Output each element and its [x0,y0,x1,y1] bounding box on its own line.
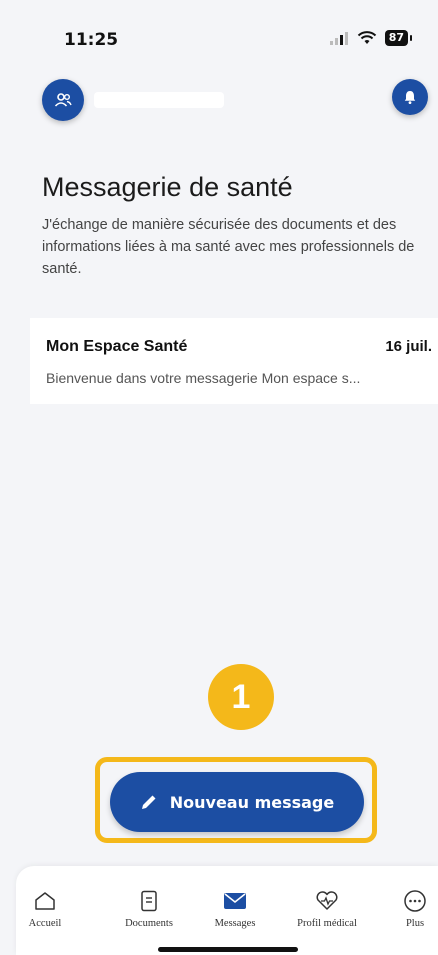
notification-button[interactable] [392,79,428,115]
tab-label: Plus [405,918,425,929]
wifi-icon [357,31,376,44]
bottom-tab-bar: Accueil Documents Messages Profil médica… [16,866,438,955]
envelope-icon [224,893,246,909]
battery-icon: 87 [384,30,413,46]
document-icon [141,890,157,912]
step-number-badge: 1 [208,664,274,730]
pencil-icon [141,795,156,809]
home-indicator [158,947,298,952]
user-name-placeholder [94,92,224,108]
status-icons: 87 [329,30,413,46]
tab-label: Profil médical [297,918,357,929]
new-message-label: Nouveau message [169,792,335,812]
message-list-item[interactable]: Mon Espace Santé 16 juil. Bienvenue dans… [30,318,438,404]
tab-messages[interactable]: Messages [204,866,266,936]
avatar-button[interactable] [42,79,84,121]
new-message-button[interactable]: Nouveau message [110,772,364,832]
users-icon [54,93,72,107]
tab-label: Documents [125,918,173,929]
tab-documents[interactable]: Documents [110,866,188,936]
bell-icon [404,91,416,104]
message-sender: Mon Espace Santé [46,338,188,355]
tab-label: Accueil [28,918,62,929]
status-time: 11:25 [64,30,119,50]
status-bar: 11:25 87 [0,0,438,70]
message-preview: Bienvenue dans votre messagerie Mon espa… [46,370,361,386]
message-date: 16 juil. [385,338,432,355]
home-icon [35,892,55,910]
tab-label: Messages [214,918,256,929]
more-icon [404,890,426,912]
page-description: J'échange de manière sécurisée des docum… [42,217,415,277]
page-title: Messagerie de santé [42,172,293,202]
signal-icon [329,32,348,45]
heart-pulse-icon [316,891,338,910]
tab-profil-medical[interactable]: Profil médical [282,866,372,936]
tab-plus[interactable]: Plus [396,866,434,936]
tab-accueil[interactable]: Accueil [16,866,74,936]
